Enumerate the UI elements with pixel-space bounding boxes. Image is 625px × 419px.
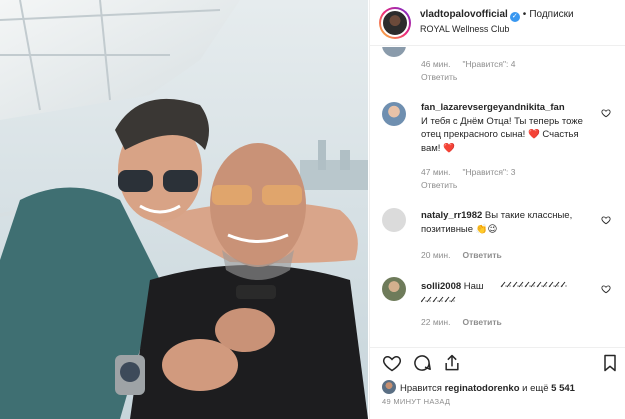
bookmark-icon[interactable] [600,353,620,373]
author-avatar[interactable] [379,7,411,39]
comment-reply-button[interactable]: Ответить [421,72,457,82]
comment-reply-button[interactable]: Ответить [462,317,501,327]
post-header: vladtopalovofficial ✓ • Подписки ROYAL Well… [370,0,625,46]
post-photo-illustration [0,0,368,419]
separator-dot: • [522,9,527,20]
following-button[interactable]: Подписки [529,9,573,20]
comment-avatar[interactable] [382,47,406,57]
comment-avatar[interactable] [382,277,406,301]
comment-time: 20 мин. [421,250,451,260]
comment-likes[interactable]: "Нравится": 4 [462,59,515,69]
post-timestamp[interactable]: 49 МИНУТ НАЗАД [382,397,450,406]
comment-text: И тебя с Днём Отца! Ты теперь тоже отец … [421,115,583,154]
heart-icon[interactable] [382,353,402,373]
post-location[interactable]: ROYAL Wellness Club [420,24,509,34]
comment-meta: 46 мин. "Нравится": 4 [421,59,527,69]
post-actions: Нравится reginatodorenko и ещё 5 541 49 … [370,347,625,419]
likes-count[interactable]: 5 541 [551,383,575,394]
comment-time: 22 мин. [421,317,451,327]
comment-like-heart-icon[interactable] [601,108,611,118]
comment-time: 46 мин. [421,59,451,69]
comment-body: solli2008 Наш [421,280,593,303]
comment-username[interactable]: nataly_rr1982 [421,210,482,221]
comment-list[interactable]: 46 мин. "Нравится": 4 Ответить fan_lazare… [370,47,625,347]
likes-middle: и ещё [522,383,549,394]
likes-summary[interactable]: Нравится reginatodorenko и ещё 5 541 [382,380,575,394]
comment-meta: 47 мин. "Нравится": 3 [421,167,527,177]
comment-likes[interactable]: "Нравится": 3 [462,167,515,177]
comment-username[interactable]: fan_lazarevsergeyandnikita_fan [421,102,565,113]
liker-avatar [382,380,396,394]
verified-badge-icon: ✓ [509,12,520,22]
comment-reply-button[interactable]: Ответить [421,180,457,190]
comment-meta: 20 мин. Ответить [421,250,514,260]
share-icon[interactable] [442,353,462,373]
comment-like-heart-icon[interactable] [601,284,611,294]
comment-avatar[interactable] [382,102,406,126]
author-line: vladtopalovofficial ✓ • Подписки [420,9,574,22]
likes-prefix: Нравится [400,383,442,394]
post-photo[interactable] [0,0,368,419]
comment-body: fan_lazarevsergeyandnikita_fan И тебя с … [421,101,593,155]
comment-body: nataly_rr1982 Вы такие классные, позитив… [421,209,593,236]
scribble-doodle [421,281,567,303]
comment-meta: 22 мин. Ответить [421,317,514,327]
comment-like-heart-icon[interactable] [601,215,611,225]
comment-time: 47 мин. [421,167,451,177]
post-side-panel: vladtopalovofficial ✓ • Подписки ROYAL Well… [369,0,625,419]
comment-icon[interactable] [412,353,432,373]
author-username[interactable]: vladtopalovofficial [420,9,508,20]
comment-avatar[interactable] [382,208,406,232]
comment-reply-button[interactable]: Ответить [462,250,501,260]
liker-username[interactable]: reginatodorenko [445,383,520,394]
